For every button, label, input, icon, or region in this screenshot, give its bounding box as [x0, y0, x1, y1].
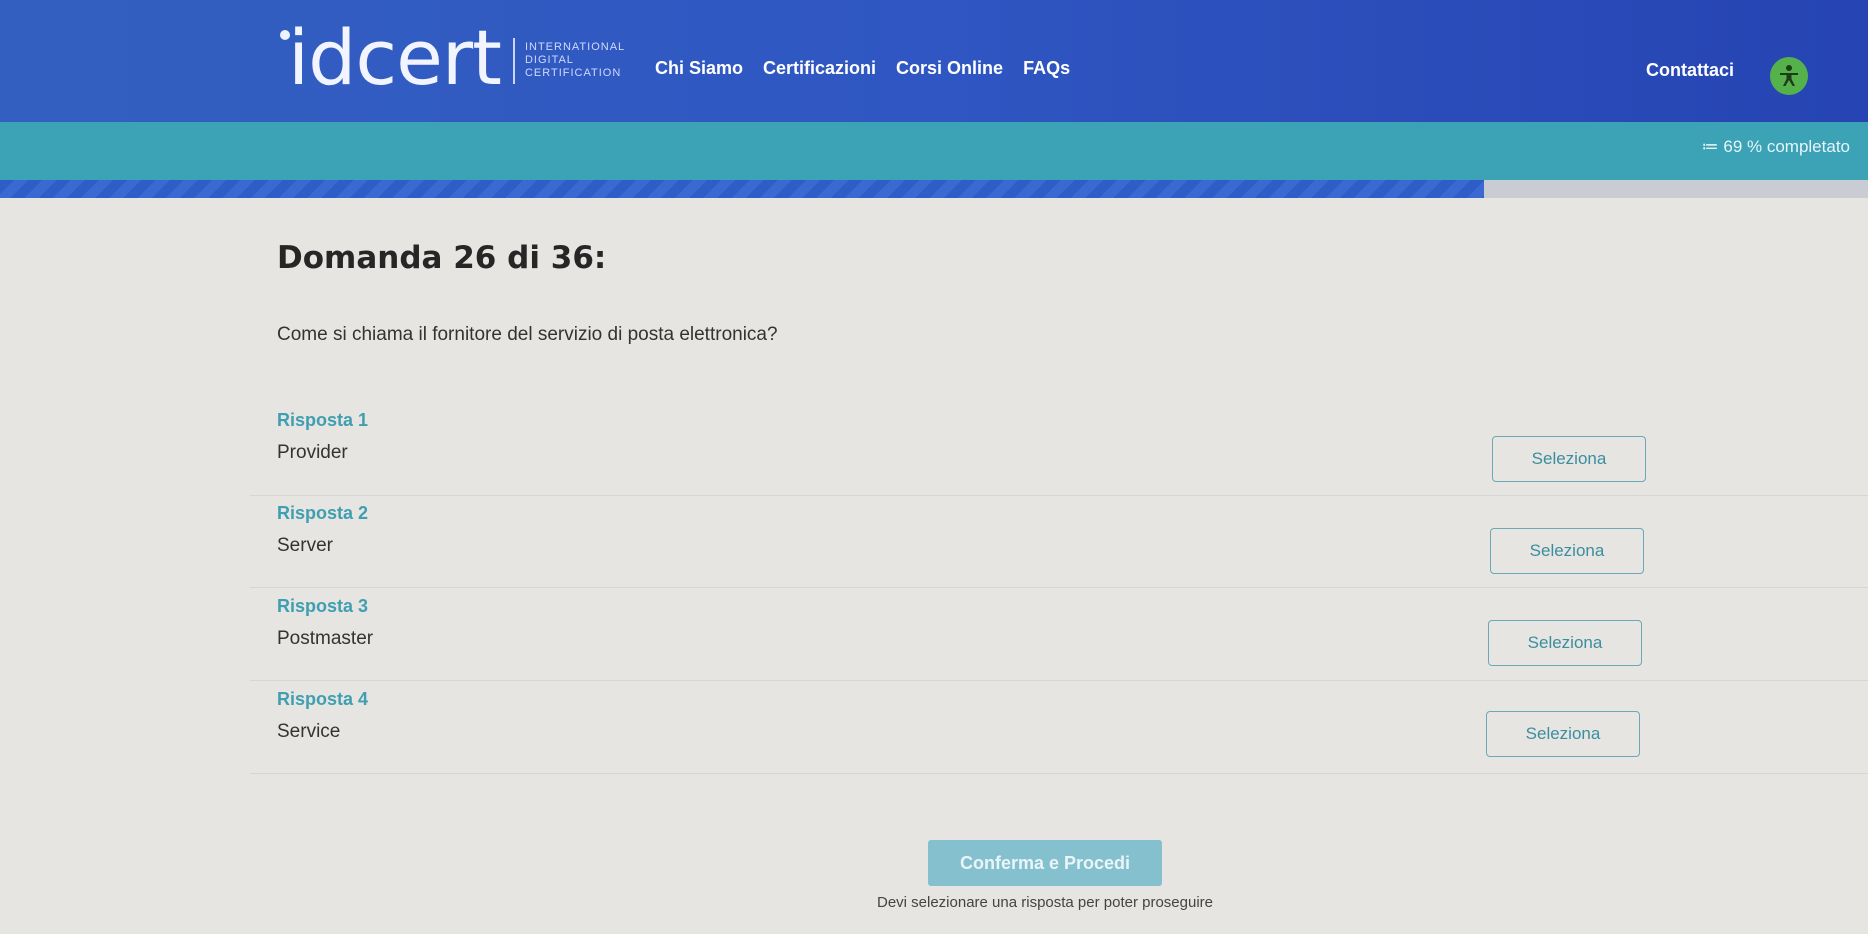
progress-label: ≔ 69 % completato: [1701, 137, 1850, 156]
logo-subtitle-line: INTERNATIONAL: [524, 40, 626, 53]
accessibility-icon[interactable]: [1770, 57, 1808, 95]
logo-separator: [512, 38, 515, 84]
answer-divider: [250, 587, 1868, 588]
answer-value: Service: [277, 721, 341, 742]
select-answer-3-button[interactable]: Seleziona: [1488, 620, 1642, 666]
answer-row: Risposta 4 Service Seleziona: [277, 689, 1647, 781]
answer-value: Postmaster: [277, 628, 374, 649]
logo-subtitle-line: DIGITAL: [524, 53, 574, 66]
logo-subtitle-line: CERTIFICATION: [524, 66, 622, 79]
select-answer-2-button[interactable]: Seleziona: [1490, 528, 1644, 574]
answer-label: Risposta 1: [277, 410, 369, 430]
answer-label: Risposta 4: [277, 689, 369, 709]
select-answer-1-button[interactable]: Seleziona: [1492, 436, 1646, 482]
confirm-and-proceed-button[interactable]: Conferma e Procedi: [928, 840, 1162, 886]
answer-divider: [250, 773, 1868, 774]
nav-certificazioni[interactable]: Certificazioni: [763, 58, 876, 79]
answer-divider: [250, 680, 1868, 681]
question-panel: Domanda 26 di 36: Come si chiama il forn…: [277, 240, 1647, 757]
site-header: idcert INTERNATIONAL DIGITAL CERTIFICATI…: [0, 0, 1868, 122]
select-answer-4-button[interactable]: Seleziona: [1486, 711, 1640, 757]
question-text: Come si chiama il fornitore del servizio…: [277, 324, 778, 345]
answer-value: Server: [277, 535, 333, 556]
progress-bar: [0, 180, 1868, 198]
nav-faqs[interactable]: FAQs: [1023, 58, 1070, 79]
logo-wordmark: idcert: [288, 13, 502, 102]
logo-subtitle: INTERNATIONAL DIGITAL CERTIFICATION: [525, 41, 625, 80]
answer-divider: [250, 495, 1868, 496]
progress-bar-fill: [0, 180, 1484, 198]
progress-band: [0, 122, 1868, 184]
contact-link[interactable]: Contattaci: [1646, 60, 1734, 81]
logo-dot: [280, 30, 290, 40]
answer-label: Risposta 2: [277, 503, 369, 523]
answer-row: Risposta 2 Server Seleziona: [277, 503, 1647, 595]
question-title: Domanda 26 di 36:: [277, 240, 607, 276]
answer-value: Provider: [277, 442, 348, 463]
accessibility-figure-icon: [1780, 65, 1798, 86]
selection-hint: Devi selezionare una risposta per poter …: [876, 894, 1214, 911]
answer-row: Risposta 3 Postmaster Seleziona: [277, 596, 1647, 688]
answer-row: Risposta 1 Provider Seleziona: [277, 410, 1647, 502]
main-nav: Chi Siamo Certificazioni Corsi Online FA…: [655, 58, 1070, 79]
idcert-logo[interactable]: idcert INTERNATIONAL DIGITAL CERTIFICATI…: [272, 18, 625, 98]
nav-corsi-online[interactable]: Corsi Online: [896, 58, 1003, 79]
nav-chi-siamo[interactable]: Chi Siamo: [655, 58, 743, 79]
answer-label: Risposta 3: [277, 596, 369, 616]
